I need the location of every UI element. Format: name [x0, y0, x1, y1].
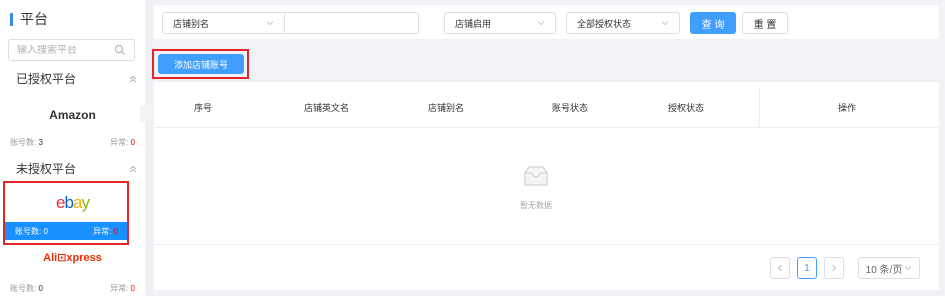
enabled-select-value: 店铺启用 — [455, 18, 492, 29]
column-header-english-name: 店铺英文名 — [304, 103, 350, 113]
chevron-right-icon — [832, 264, 837, 272]
enabled-select[interactable]: 店铺启用 — [444, 12, 556, 34]
error-count: 0 — [130, 283, 135, 293]
column-header-account-status: 账号状态 — [552, 103, 589, 113]
error-count: 0 — [130, 137, 135, 147]
sidebar-title: 平台 — [10, 10, 48, 28]
column-header-auth-status: 授权状态 — [668, 103, 705, 113]
alias-field-select[interactable]: 店铺别名 — [162, 12, 285, 34]
amazon-logo[interactable]: Amazon — [0, 108, 145, 122]
authorized-group-label: 已授权平台 — [16, 72, 77, 86]
chevron-down-icon — [661, 21, 669, 26]
account-count-label: 账号数: — [10, 137, 37, 147]
unauthorized-group-header[interactable]: 未授权平台 — [16, 160, 138, 177]
table-header: 序号 店铺英文名 店铺别名 账号状态 授权状态 操作 — [154, 88, 939, 128]
table-toolbar: 添加店铺账号 — [152, 46, 939, 82]
column-header-index: 序号 — [194, 103, 213, 113]
platform-account-page: 平台 已授权平台 Amazon 账号数: 3 异常: 0 未授权平台 ebay … — [0, 0, 945, 296]
prev-page-button[interactable] — [770, 257, 790, 279]
page-size-value: 10 条/页 — [865, 264, 903, 276]
chevron-down-icon — [537, 21, 545, 26]
chevron-down-icon — [905, 266, 912, 271]
search-icon[interactable] — [114, 44, 126, 56]
filter-bar: 店铺别名 店铺启用 全部授权状态 查 询 重 置 — [154, 5, 939, 39]
platform-search-input[interactable] — [17, 44, 109, 56]
empty-state-text: 暂无数据 — [520, 201, 552, 210]
fixed-column-divider — [759, 88, 760, 128]
chevron-up-icon[interactable] — [128, 164, 138, 174]
account-table-panel: 添加店铺账号 序号 店铺英文名 店铺别名 账号状态 授权状态 操作 暂无数据 1… — [152, 46, 939, 290]
account-count-label: 账号数: — [10, 283, 37, 293]
empty-box-icon — [524, 166, 548, 186]
amazon-stats: 账号数: 3 异常: 0 — [0, 133, 145, 151]
alias-text-input[interactable] — [285, 12, 419, 34]
search-button[interactable]: 查 询 — [690, 12, 736, 34]
aliexpress-logo[interactable]: Ali⊡xpress — [0, 251, 145, 264]
unauthorized-group-label: 未授权平台 — [16, 162, 77, 176]
alias-select-value: 店铺别名 — [173, 18, 210, 29]
platform-search-box[interactable] — [8, 39, 135, 61]
error-count-label: 异常: — [110, 283, 129, 293]
title-accent-bar — [10, 12, 13, 26]
column-header-alias: 店铺别名 — [428, 103, 465, 113]
error-count-label: 异常: — [110, 137, 129, 147]
account-count: 3 — [38, 137, 43, 147]
ebay-highlight-frame — [3, 181, 129, 245]
platform-sidebar: 平台 已授权平台 Amazon 账号数: 3 异常: 0 未授权平台 ebay … — [0, 0, 145, 296]
pagination-divider — [154, 244, 939, 245]
page-size-select[interactable]: 10 条/页 — [858, 257, 920, 279]
sidebar-title-text: 平台 — [20, 11, 48, 27]
account-count: 0 — [38, 283, 43, 293]
aliexpress-stats: 账号数: 0 异常: 0 — [0, 279, 145, 296]
chevron-down-icon — [266, 21, 274, 26]
page-number-button[interactable]: 1 — [797, 257, 817, 279]
auth-status-select-value: 全部授权状态 — [577, 18, 632, 29]
column-header-actions: 操作 — [838, 103, 857, 113]
reset-button[interactable]: 重 置 — [742, 12, 788, 34]
auth-status-select[interactable]: 全部授权状态 — [566, 12, 680, 34]
next-page-button[interactable] — [824, 257, 844, 279]
chevron-up-icon[interactable] — [128, 74, 138, 84]
chevron-left-icon — [777, 264, 782, 272]
authorized-group-header[interactable]: 已授权平台 — [16, 70, 138, 87]
add-button-highlight-frame — [152, 49, 249, 79]
